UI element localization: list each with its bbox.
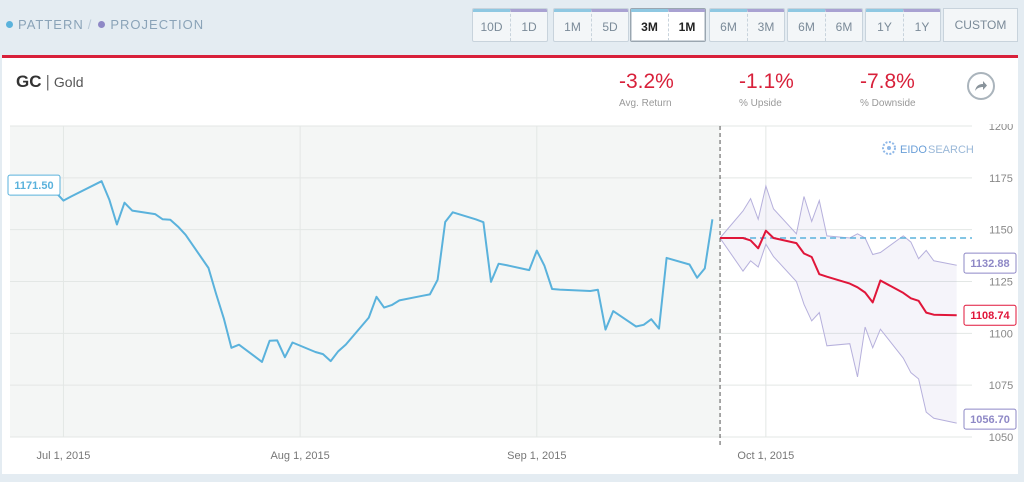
range-pattern-6m-button-b[interactable]: 6M — [788, 9, 825, 41]
ticker-symbol: GC — [16, 72, 42, 91]
y-tick-label: 1050 — [989, 432, 1013, 444]
range-group-1: 10D 1D — [472, 8, 548, 42]
projection-tab[interactable]: PROJECTION — [98, 17, 204, 32]
range-pattern-10d-button[interactable]: 10D — [473, 9, 510, 41]
upside-value: -1.1% — [739, 70, 794, 93]
y-tick-label: 1100 — [989, 328, 1013, 340]
downside-label: % Downside — [860, 98, 916, 109]
range-projection-3m-button[interactable]: 3M — [747, 9, 784, 41]
start-value-label-text: 1171.50 — [14, 180, 53, 192]
pattern-tab-label: PATTERN — [18, 17, 84, 32]
downside-value: -7.8% — [860, 70, 915, 93]
range-pattern-1y-button[interactable]: 1Y — [866, 9, 903, 41]
custom-range-button[interactable]: CUSTOM — [943, 8, 1018, 42]
lower-end-label-text: 1056.70 — [970, 414, 1010, 426]
upper-end-label-text: 1132.88 — [970, 258, 1009, 270]
range-pattern-6m-button[interactable]: 6M — [710, 9, 747, 41]
watermark-search: SEARCH — [928, 144, 974, 156]
avg-return-label: Avg. Return — [619, 98, 672, 109]
start-value-label: 1171.50 — [7, 174, 61, 196]
range-projection-5d-button[interactable]: 5D — [591, 9, 628, 41]
mid-end-label: 1108.74 — [963, 304, 1017, 326]
price-chart: Jul 1, 2015 Aug 1, 2015 Sep 1, 2015 Oct 1, … — [7, 121, 1017, 462]
view-toggle: PATTERN / PROJECTION — [6, 17, 204, 32]
range-group-6: 1Y 1Y — [865, 8, 941, 42]
projection-dot-icon — [98, 21, 106, 28]
range-pattern-3m-button[interactable]: 3M — [631, 9, 668, 41]
upper-end-label: 1132.88 — [963, 252, 1017, 274]
upside-label: % Upside — [739, 98, 782, 109]
range-group-2: 1M 5D — [553, 8, 629, 42]
chart-panel: GC | Gold -3.2% Avg. Return -1.1% % Upside… — [2, 55, 1018, 474]
ticker-name: Gold — [53, 74, 84, 90]
x-tick-label: Jul 1, 2015 — [37, 450, 91, 462]
y-tick-label: 1200 — [989, 124, 1013, 133]
y-tick-label: 1125 — [989, 277, 1013, 289]
pattern-dot-icon — [6, 21, 13, 28]
avg-return-stat: -3.2% Avg. Return — [619, 70, 674, 109]
range-projection-1y-button[interactable]: 1Y — [903, 9, 940, 41]
y-tick-label: 1150 — [989, 225, 1013, 237]
range-projection-6m-button[interactable]: 6M — [825, 9, 862, 41]
y-tick-label: 1075 — [989, 380, 1013, 392]
top-bar: PATTERN / PROJECTION 10D 1D 1M 5D 3M 1M … — [0, 0, 1024, 52]
upside-stat: -1.1% % Upside — [739, 70, 794, 109]
share-arrow-icon[interactable] — [967, 72, 995, 100]
mid-end-label-text: 1108.74 — [970, 310, 1010, 322]
nav-separator: / — [87, 17, 93, 32]
avg-return-value: -3.2% — [619, 70, 674, 93]
x-tick-label: Aug 1, 2015 — [270, 450, 329, 462]
range-group-5: 6M 6M — [787, 8, 863, 42]
lower-end-label: 1056.70 — [963, 408, 1017, 430]
ticker-title: GC | Gold — [16, 72, 84, 92]
range-group-3: 3M 1M — [630, 8, 706, 42]
ticker-divider: | — [45, 72, 50, 91]
projection-tab-label: PROJECTION — [110, 17, 205, 32]
chart-area: Jul 1, 2015 Aug 1, 2015 Sep 1, 2015 Oct 1, … — [2, 121, 1018, 482]
pattern-tab[interactable]: PATTERN — [6, 17, 84, 32]
y-tick-label: 1175 — [989, 173, 1013, 185]
range-projection-1m-button[interactable]: 1M — [668, 9, 705, 41]
range-projection-1d-button[interactable]: 1D — [510, 9, 547, 41]
range-group-4: 6M 3M — [709, 8, 785, 42]
watermark-eido: EIDO — [900, 144, 927, 156]
x-tick-label: Oct 1, 2015 — [737, 450, 794, 462]
range-pattern-1m-button[interactable]: 1M — [554, 9, 591, 41]
downside-stat: -7.8% % Downside — [860, 70, 916, 109]
x-tick-label: Sep 1, 2015 — [507, 450, 566, 462]
